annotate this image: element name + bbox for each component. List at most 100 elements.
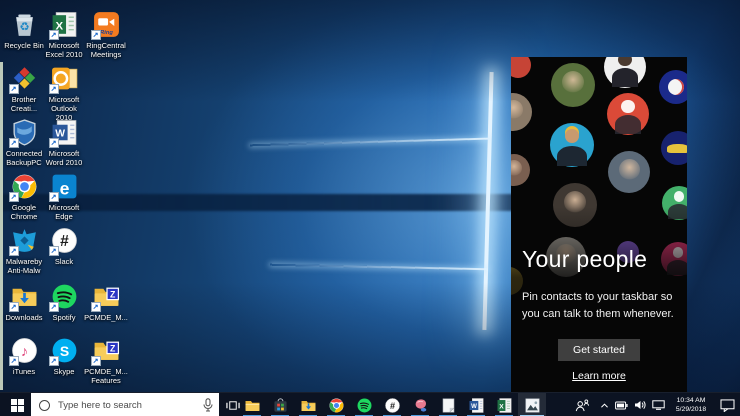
svg-text:Z: Z	[110, 343, 116, 353]
excel-icon: X ↗	[48, 10, 79, 40]
speaker-icon	[635, 400, 646, 410]
taskbar-clock[interactable]: 10:34 AM 5/29/2018	[668, 396, 714, 414]
taskbar-app-photos[interactable]	[518, 393, 546, 416]
start-button[interactable]	[4, 393, 30, 416]
search-input[interactable]	[56, 398, 202, 412]
shortcut-arrow-badge: ↗	[8, 246, 19, 256]
show-hidden-icons-button[interactable]	[597, 393, 612, 416]
desktop-icon-pcmde-m-features[interactable]: Z ↗ PCMDE_M... Features	[84, 336, 128, 385]
shield-icon: ↗	[8, 118, 39, 148]
svg-text:X: X	[499, 403, 504, 410]
taskbar-app-microsoft-excel[interactable]: X	[490, 393, 518, 416]
desktop-icon-itunes[interactable]: ♪ ↗ iTunes	[2, 336, 46, 376]
taskbar-app-downloads-folder[interactable]	[294, 393, 322, 416]
slack-icon: #	[384, 397, 401, 414]
desktop-icon-pcmde-m[interactable]: Z ↗ PCMDE_M...	[84, 282, 128, 322]
shortcut-arrow-badge: ↗	[8, 302, 19, 312]
taskbar-app-slack[interactable]: #	[378, 393, 406, 416]
desktop-icon-ringcentral-meetings[interactable]: Ring ↗ RingCentral Meetings	[84, 10, 128, 59]
shortcut-arrow-badge: ↗	[48, 302, 59, 312]
chevron-up-icon	[601, 402, 608, 408]
malware-icon: ↗	[8, 226, 39, 256]
desktop-icon-skype[interactable]: S ↗ Skype	[42, 336, 86, 376]
taskbar-search-box[interactable]	[31, 393, 219, 416]
desktop-icon-microsoft-excel-2010[interactable]: X ↗ Microsoft Excel 2010	[42, 10, 86, 59]
zipfolder-icon: Z ↗	[90, 282, 121, 312]
desktop-icon-recycle-bin[interactable]: ♻ Recycle Bin	[2, 10, 46, 50]
desktop-icon-slack[interactable]: # ↗ Slack	[42, 226, 86, 266]
people-taskbar-button[interactable]	[567, 393, 597, 416]
outlook-icon: ↗	[48, 64, 79, 94]
desktop-icon-label: Downloads	[5, 313, 43, 322]
word-icon: W	[468, 397, 485, 414]
svg-text:♻: ♻	[19, 22, 29, 34]
desktop-icon-downloads[interactable]: ↗ Downloads	[2, 282, 46, 322]
desktop-icon-label: Microsoft Edge	[48, 203, 80, 221]
pinkapp-icon	[412, 397, 429, 414]
downloads-icon: ↗	[8, 282, 39, 312]
people-flyout-panel: Your people Pin contacts to your taskbar…	[511, 57, 687, 392]
contact-avatar	[661, 131, 687, 165]
contact-avatar	[511, 93, 532, 131]
zipfolder-icon: Z ↗	[90, 336, 121, 366]
desktop-icon-label: Microsoft Word 2010	[45, 149, 83, 167]
svg-text:W: W	[471, 403, 477, 409]
photos-icon	[524, 397, 541, 414]
clock-time: 10:34 AM	[676, 396, 706, 404]
svg-text:e: e	[59, 178, 69, 198]
taskbar-app-pink-app[interactable]	[406, 393, 434, 416]
skype-icon: S ↗	[48, 336, 79, 366]
shortcut-arrow-badge: ↗	[48, 246, 59, 256]
taskbar-app-google-chrome[interactable]	[322, 393, 350, 416]
cortana-icon	[39, 399, 50, 411]
people-panel-title: Your people	[522, 246, 648, 272]
contact-avatar	[608, 151, 650, 193]
taskbar-app-microsoft-store[interactable]	[266, 393, 294, 416]
battery-icon	[615, 401, 628, 409]
network-tray-button[interactable]	[649, 393, 668, 416]
brother-icon: ↗	[8, 64, 39, 94]
taskbar-app-file-explorer[interactable]	[238, 393, 266, 416]
desktop-icon-label: Microsoft Excel 2010	[45, 41, 83, 59]
desktop-icon-malwarebytes-anti-malware[interactable]: ↗ Malwareby Anti-Malw	[2, 226, 46, 275]
taskbar-app-notepad[interactable]	[434, 393, 462, 416]
desktop-icon-label: PCMDE_M... Features	[84, 367, 128, 385]
desktop-icon-label: Connected BackupPC	[5, 149, 43, 167]
desktop-icon-label: Spotify	[52, 313, 76, 322]
learn-more-link[interactable]: Learn more	[572, 370, 626, 382]
spotify-icon: ↗	[48, 282, 79, 312]
desktop-icon-microsoft-word-2010[interactable]: W ↗ Microsoft Word 2010	[42, 118, 86, 167]
desktop-icon-grid: ♻ Recycle Bin X ↗ Microsoft Excel 2010 Ring ↗ R…	[2, 6, 142, 392]
shortcut-arrow-badge: ↗	[90, 30, 101, 40]
slack-icon: # ↗	[48, 226, 79, 256]
desktop-icon-brother-creative[interactable]: ↗ Brother Creati...	[2, 64, 46, 113]
contact-avatar	[511, 57, 531, 78]
contact-avatar	[550, 123, 594, 167]
taskbar-app-spotify[interactable]	[350, 393, 378, 416]
svg-text:Z: Z	[110, 289, 116, 299]
desktop-icon-label: Slack	[54, 257, 74, 266]
itunes-icon: ♪ ↗	[8, 336, 39, 366]
shortcut-arrow-badge: ↗	[90, 356, 101, 366]
recycle-icon: ♻	[10, 10, 39, 39]
svg-text:♪: ♪	[20, 344, 27, 360]
windows-desktop: ♻ Recycle Bin X ↗ Microsoft Excel 2010 Ring ↗ R…	[0, 0, 740, 416]
microphone-icon[interactable]	[202, 398, 214, 412]
desktop-icon-microsoft-edge[interactable]: e ↗ Microsoft Edge	[42, 172, 86, 221]
desktop-icon-label: Recycle Bin	[4, 41, 44, 50]
edge-icon: e ↗	[48, 172, 79, 202]
taskbar-app-microsoft-word[interactable]: W	[462, 393, 490, 416]
desktop-icon-label: Google Chrome	[10, 203, 38, 221]
word-icon: W ↗	[48, 118, 79, 148]
volume-tray-button[interactable]	[631, 393, 649, 416]
action-center-button[interactable]	[714, 393, 740, 416]
desktop-icon-connected-backuppc[interactable]: ↗ Connected BackupPC	[2, 118, 46, 167]
battery-tray-button[interactable]	[612, 393, 631, 416]
shortcut-arrow-badge: ↗	[8, 84, 19, 94]
desktop-icon-label: Malwareby Anti-Malw	[5, 257, 43, 275]
desktop-icon-google-chrome[interactable]: ↗ Google Chrome	[2, 172, 46, 221]
desktop-icon-spotify[interactable]: ↗ Spotify	[42, 282, 86, 322]
get-started-button[interactable]: Get started	[558, 339, 640, 361]
clock-date: 5/29/2018	[675, 406, 707, 413]
desktop-icon-microsoft-outlook-2010[interactable]: ↗ Microsoft Outlook 2010	[42, 64, 86, 122]
